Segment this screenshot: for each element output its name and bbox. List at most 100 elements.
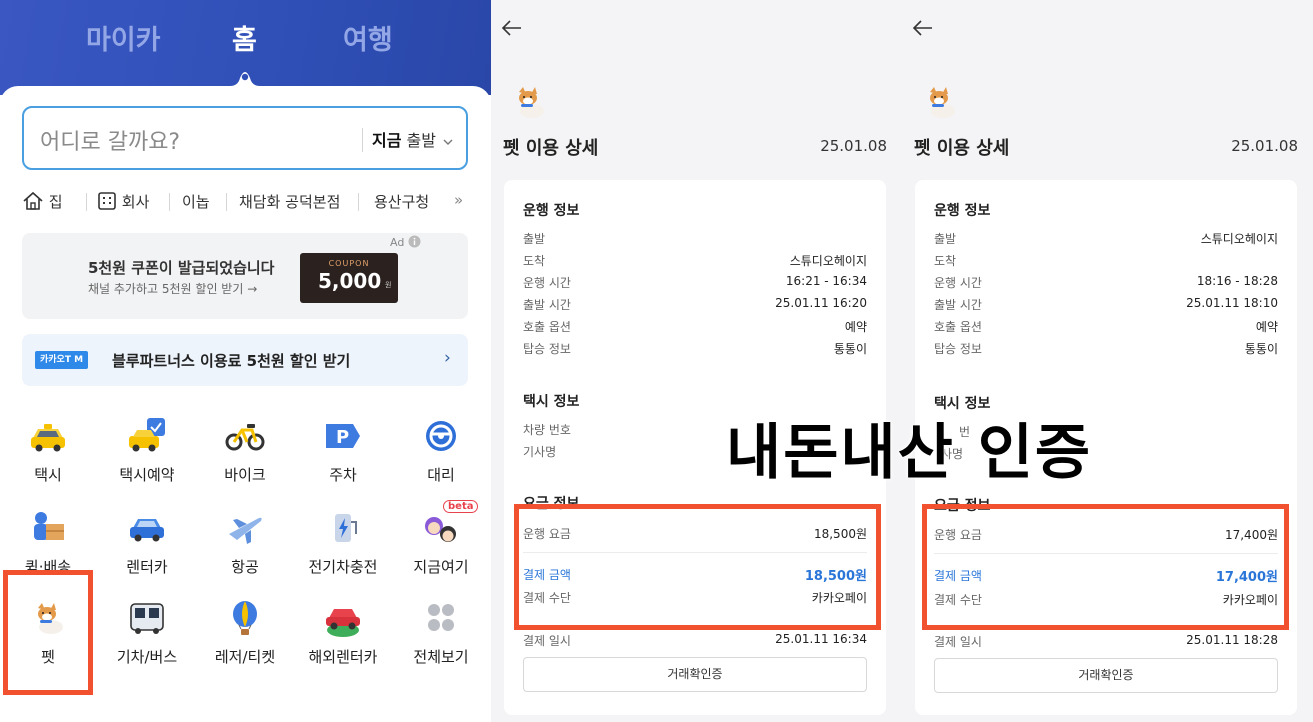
service-here-now[interactable]: beta 지금여기 [395, 500, 487, 590]
tab-home[interactable]: 홈 [232, 18, 257, 57]
row-label: 출발 [523, 232, 546, 246]
service-label: 바이크 [224, 466, 266, 484]
pet-dog-icon [930, 87, 955, 118]
row-label: 출발 시간 [523, 298, 571, 312]
row-label: 출발 [934, 232, 957, 246]
place-separator [358, 193, 359, 211]
kakao-t-badge: 카카오T M [35, 351, 89, 369]
place-item[interactable]: 용산구청 [374, 191, 429, 212]
service-train-bus[interactable]: 기차/버스 [101, 600, 193, 680]
place-home[interactable]: 집 [22, 191, 63, 212]
row-label: 출발 시간 [934, 298, 982, 312]
row-value: 18:16 - 18:28 [1196, 274, 1278, 288]
service-flight[interactable]: 항공 [199, 510, 291, 590]
tab-mycar[interactable]: 마이카 [86, 18, 161, 57]
section-taxi-info: 택시 정보 [523, 394, 580, 410]
row-value: 통통이 [1244, 342, 1278, 356]
service-label: 대리 [427, 466, 455, 484]
building-icon [98, 192, 116, 210]
search-placeholder: 어디로 갈까요? [40, 130, 181, 155]
service-label: 항공 [231, 558, 259, 576]
receipt-button[interactable]: 거래확인증 [934, 658, 1278, 693]
rental-car-icon [130, 519, 164, 542]
active-tab-indicator [230, 72, 260, 94]
coupon-ticket: COUPON 5,000 원 [300, 253, 398, 303]
overlay-caption: 내돈내산 인증 [726, 418, 1093, 488]
bluepartners-text: 블루파트너스 이용료 5천원 할인 받기 [112, 352, 351, 370]
row-label: 도착 [934, 254, 957, 268]
row-label: 운행 시간 [523, 276, 571, 290]
service-ev-charge[interactable]: 전기차충전 [297, 510, 389, 590]
fare-highlight-box [922, 504, 1289, 630]
chevron-down-icon [443, 139, 453, 145]
service-overseas-rental[interactable]: 해외렌터카 [297, 600, 389, 680]
service-bike[interactable]: 바이크 [199, 418, 291, 498]
row-label: 호출 옵션 [523, 320, 571, 334]
place-item[interactable]: 채담화 공덕본점 [239, 191, 340, 212]
pet-highlight-box [3, 570, 93, 695]
place-item[interactable]: 이놉 [182, 191, 210, 212]
home-icon [23, 191, 43, 210]
taxi-reserve-icon [129, 418, 165, 452]
row-label: 차량 번호 [523, 423, 571, 437]
top-tabs: 마이카 홈 여행 [0, 18, 491, 58]
place-office-label: 회사 [121, 193, 150, 211]
row-label: 도착 [523, 254, 546, 268]
svg-text:P: P [336, 427, 349, 448]
page-title: 펫 이용 상세 [503, 138, 599, 159]
steering-wheel-icon [426, 421, 456, 451]
service-leisure-ticket[interactable]: 레저/티켓 [199, 600, 291, 680]
bluepartners-banner[interactable]: 카카오T M 블루파트너스 이용료 5천원 할인 받기 › [22, 334, 468, 386]
service-label: 해외렌터카 [308, 648, 378, 666]
back-arrow-icon[interactable] [912, 18, 934, 38]
service-driver[interactable]: 대리 [395, 418, 487, 498]
pet-detail-screen-1: 펫 이용 상세 25.01.08 운행 정보 출발 도착 스튜디오헤이지 운행 … [491, 0, 902, 722]
balloon-icon [233, 601, 257, 635]
coupon-title: 5천원 쿠폰이 발급되었습니다 [88, 259, 275, 277]
back-arrow-icon[interactable] [501, 18, 523, 38]
coupon-ticket-label: COUPON [328, 259, 370, 268]
coupon-subtitle: 채널 추가하고 5천원 할인 받기 → [88, 282, 258, 296]
service-rental-car[interactable]: 렌터카 [101, 510, 193, 590]
search-divider [362, 128, 363, 152]
grid-icon [428, 604, 454, 631]
info-circle-icon [408, 235, 421, 248]
row-value: 스튜디오헤이지 [1200, 232, 1278, 246]
row-value: 25.01.11 16:20 [775, 296, 867, 310]
places-more-icon[interactable]: » [454, 191, 463, 209]
parking-icon: P [326, 424, 360, 448]
row-label: 호출 옵션 [934, 320, 982, 334]
globe-car-icon [326, 609, 360, 637]
beta-badge: beta [443, 500, 479, 513]
service-taxi-reserve[interactable]: 택시예약 [101, 418, 193, 498]
destination-search[interactable]: 어디로 갈까요? 지금 출발 [22, 106, 468, 170]
fare-highlight-box [514, 504, 881, 630]
usage-date: 25.01.08 [1231, 137, 1298, 155]
service-label: 렌터카 [126, 558, 168, 576]
row-label: 운행 시간 [934, 276, 982, 290]
info-icon[interactable]: Ad [390, 235, 421, 249]
row-value: 스튜디오헤이지 [789, 254, 867, 268]
departure-time-select[interactable]: 지금 출발 [372, 127, 453, 151]
section-ride-info: 운행 정보 [934, 203, 991, 219]
service-taxi[interactable]: 택시 [2, 418, 94, 498]
pet-detail-screen-2: 펫 이용 상세 25.01.08 운행 정보 출발 스튜디오헤이지 도착 운행 … [902, 0, 1313, 722]
row-label: 탑승 정보 [934, 342, 982, 356]
service-view-all[interactable]: 전체보기 [395, 600, 487, 680]
home-screen: 마이카 홈 여행 어디로 갈까요? 지금 출발 집 회사 이놉 채담화 공덕본점… [0, 0, 491, 722]
coupon-ticket-unit: 원 [385, 281, 392, 289]
service-parking[interactable]: P 주차 [297, 418, 389, 498]
tab-travel[interactable]: 여행 [343, 18, 393, 57]
ev-charge-icon [335, 514, 357, 542]
delivery-icon [34, 512, 64, 540]
receipt-button[interactable]: 거래확인증 [523, 657, 867, 692]
coupon-banner[interactable]: 5천원 쿠폰이 발급되었습니다 채널 추가하고 5천원 할인 받기 → COUP… [22, 233, 468, 319]
service-label: 기차/버스 [116, 648, 178, 666]
row-value: 통통이 [833, 342, 867, 356]
place-office[interactable]: 회사 [97, 191, 149, 212]
chevron-right-icon: › [444, 348, 451, 368]
favorite-places: 집 회사 이놉 채담화 공덕본점 용산구청 » [22, 189, 482, 215]
place-separator [169, 193, 170, 211]
row-label: 결제 일시 [934, 635, 982, 649]
service-label: 레저/티켓 [214, 648, 276, 666]
